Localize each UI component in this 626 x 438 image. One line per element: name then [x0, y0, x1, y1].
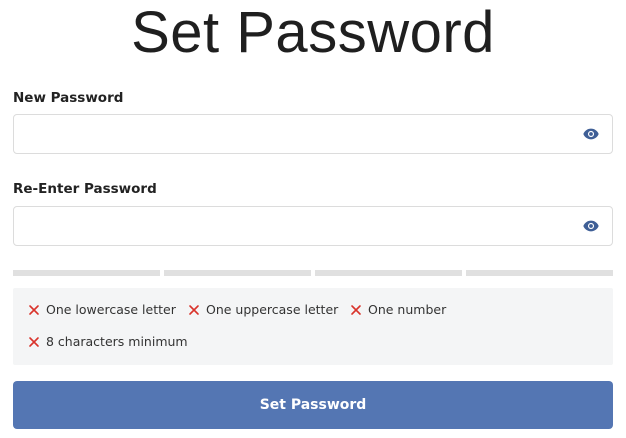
new-password-input[interactable]	[14, 115, 574, 153]
eye-icon[interactable]	[583, 127, 599, 141]
strength-segment	[13, 270, 160, 276]
x-icon	[189, 304, 199, 315]
page-title: Set Password	[131, 0, 495, 65]
x-icon	[29, 304, 39, 315]
strength-segment	[315, 270, 462, 276]
eye-icon[interactable]	[583, 219, 599, 233]
requirement-label: 8 characters minimum	[46, 334, 188, 349]
x-icon	[29, 336, 39, 347]
x-icon	[351, 304, 361, 315]
requirement-number: One number	[350, 302, 446, 317]
reenter-password-field-wrapper	[13, 206, 613, 246]
password-strength-meter	[13, 270, 613, 276]
requirement-min-length: 8 characters minimum	[28, 334, 188, 349]
new-password-field-wrapper	[13, 114, 613, 154]
reenter-password-label: Re-Enter Password	[13, 181, 157, 197]
requirement-label: One number	[368, 302, 447, 317]
requirement-label: One uppercase letter	[206, 302, 339, 317]
requirement-lowercase: One lowercase letter	[28, 302, 176, 317]
new-password-label: New Password	[13, 90, 124, 106]
requirement-uppercase: One uppercase letter	[188, 302, 338, 317]
reenter-password-input[interactable]	[14, 207, 574, 245]
requirement-label: One lowercase letter	[46, 302, 176, 317]
password-requirements: One lowercase letter One uppercase lette…	[13, 288, 613, 365]
strength-segment	[164, 270, 311, 276]
strength-segment	[466, 270, 613, 276]
set-password-button[interactable]: Set Password	[13, 381, 613, 429]
